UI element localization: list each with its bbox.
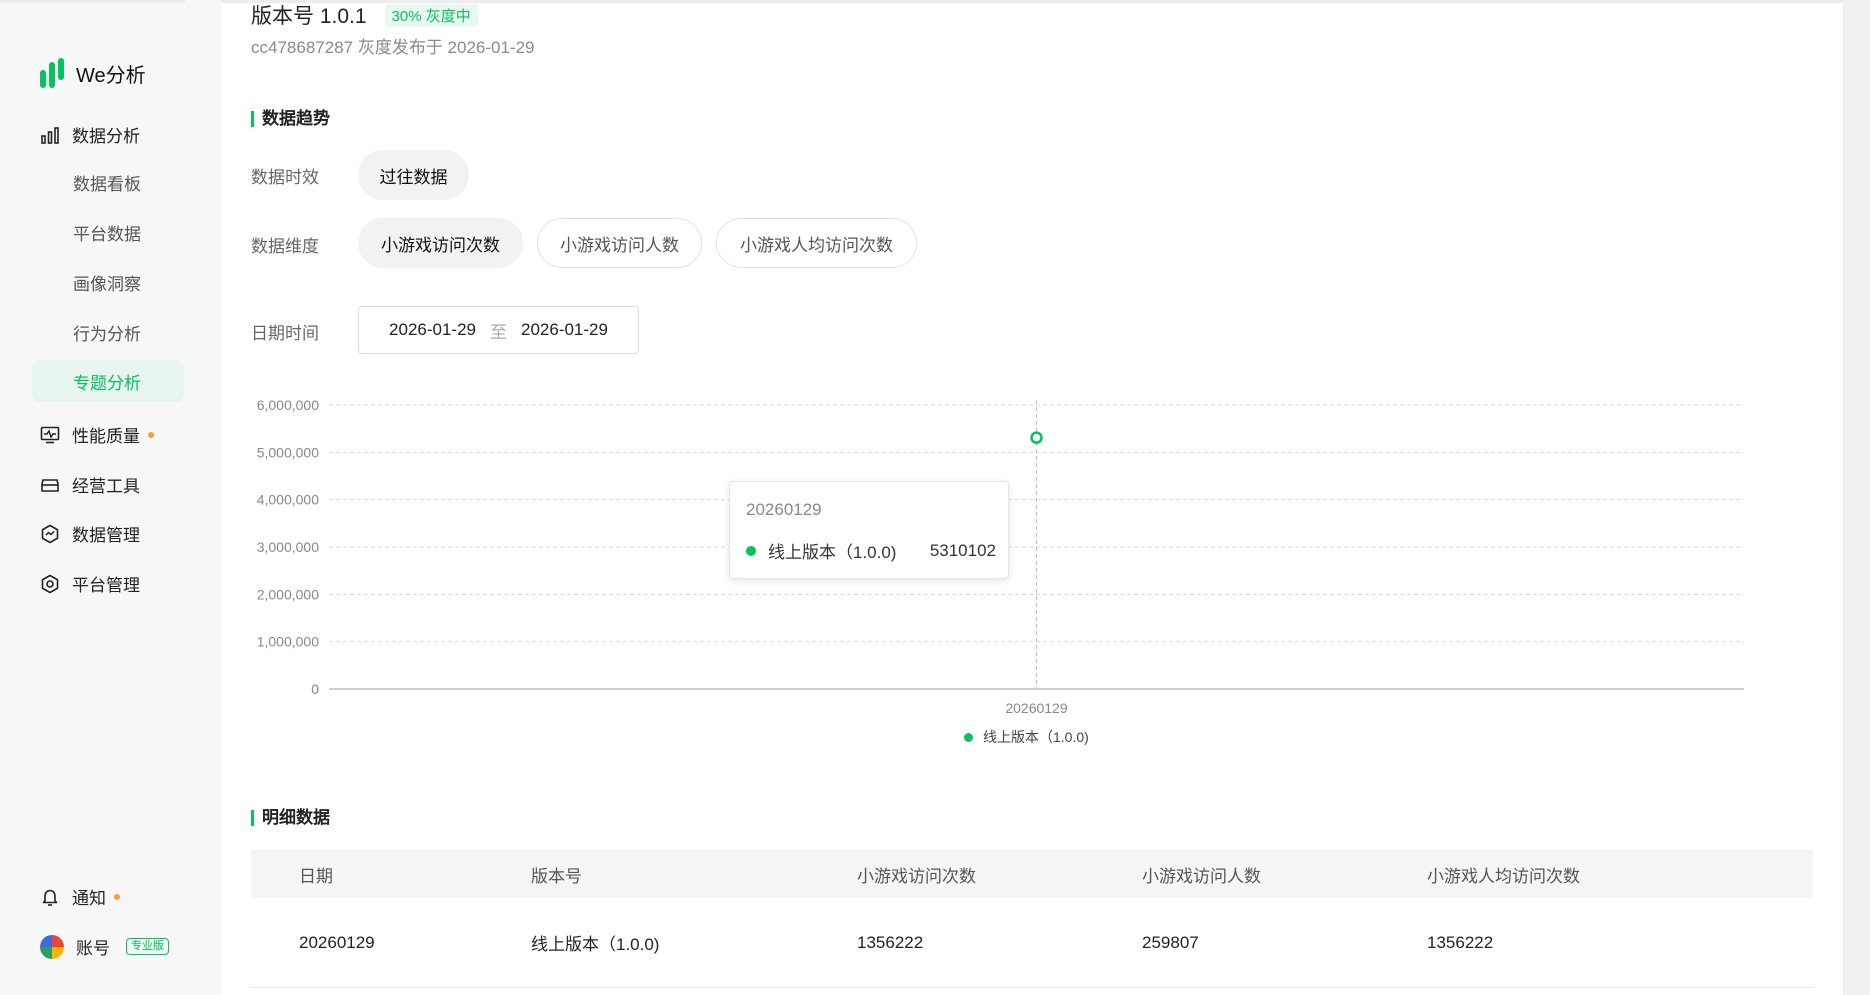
chip-visit-count[interactable]: 小游戏访问次数 [358,218,523,268]
y-tick-label: 4,000,000 [257,492,319,508]
brand[interactable]: We分析 [40,58,146,88]
settings-hexagon-icon [41,574,59,593]
nav-account-label: 账号 [76,939,110,958]
release-info: cc478687287 灰度发布于 2026-01-29 [251,38,535,57]
bar-chart-icon [41,126,59,144]
nav-business-tools[interactable]: 经营工具 [40,472,140,497]
date-separator: 至 [490,322,507,342]
column-header-version[interactable]: 版本号 [531,862,857,887]
section-title-detail: 明细数据 [251,809,330,826]
sidebar-item-behavior-analysis[interactable]: 行为分析 [32,311,184,353]
nav-platform-management-label: 平台管理 [72,576,140,595]
date-start: 2026-01-29 [389,320,476,339]
tooltip-series-name: 线上版本（1.0.0) [768,543,897,562]
date-range-picker[interactable]: 2026-01-29 至 2026-01-29 [358,306,639,354]
legend-series-dot [964,732,973,742]
table-cell: 259807 [1142,932,1199,952]
column-header-avg-visits[interactable]: 小游戏人均访问次数 [1427,862,1807,887]
sidebar-item-dashboard[interactable]: 数据看板 [32,161,184,203]
nav-notice-label: 通知 [72,889,106,908]
column-header-visit-count[interactable]: 小游戏访问次数 [857,862,1142,887]
brand-name: We分析 [76,64,146,87]
sidebar: We分析 数据分析 数据看板 平台数据 画像洞察 行为分析 专题分析 性能质量 … [0,0,221,995]
table-row: 20260129 线上版本（1.0.0) 1356222 259807 1356… [251,898,1813,988]
toolbox-icon [41,478,59,492]
sidebar-item-platform-data[interactable]: 平台数据 [32,211,184,253]
y-tick-label: 5,000,000 [257,444,319,460]
y-tick-label: 1,000,000 [257,634,319,650]
sidebar-item-portrait-insight[interactable]: 画像洞察 [32,261,184,303]
nav-performance-quality-label: 性能质量 [72,427,140,446]
trend-chart: 0 1,000,000 2,000,000 3,000,000 4,000,000 5,0… [221,385,1843,755]
tooltip-row: 线上版本（1.0.0) 5310102 [746,538,996,563]
detail-table: 日期 版本号 小游戏访问次数 小游戏访问人数 小游戏人均访问次数 2026012… [251,850,1813,988]
nav-data-management[interactable]: 数据管理 [40,521,140,546]
nav-data-analysis-label: 数据分析 [72,127,140,146]
nav-notice[interactable]: 通知 [40,884,120,909]
tooltip-date: 20260129 [746,500,822,519]
nav-platform-management[interactable]: 平台管理 [40,571,140,596]
avatar [40,934,64,959]
data-manage-icon [41,524,59,543]
sidebar-item-topic-analysis[interactable]: 专题分析 [32,360,184,402]
monitor-icon [40,426,60,443]
column-header-visitor-count[interactable]: 小游戏访问人数 [1142,862,1427,887]
chart-legend[interactable]: 线上版本（1.0.0) [964,727,1089,747]
y-tick-label: 3,000,000 [257,539,319,555]
table-cell: 线上版本（1.0.0) [531,935,660,954]
table-cell: 1356222 [857,932,924,952]
legend-series-label: 线上版本（1.0.0) [983,729,1089,745]
date-end: 2026-01-29 [521,320,608,339]
nav-data-analysis[interactable]: 数据分析 [40,122,140,147]
gray-release-tag: 30% 灰度中 [384,3,478,27]
chip-avg-visits[interactable]: 小游戏人均访问次数 [716,218,917,268]
x-tick-label: 20260129 [1005,700,1068,716]
table-cell: 20260129 [299,932,375,952]
data-point [1030,431,1043,444]
y-tick-label: 0 [311,681,319,697]
version-header: 版本号 1.0.1 30% 灰度中 [251,0,478,30]
nav-performance-quality[interactable]: 性能质量 [40,422,154,447]
new-indicator-dot [148,431,154,438]
section-title-trend: 数据趋势 [251,110,330,127]
date-filter-label: 日期时间 [251,324,319,343]
tooltip-value: 5310102 [929,540,996,560]
scrollbar-track[interactable] [1843,0,1870,995]
y-tick-label: 6,000,000 [257,397,319,413]
nav-business-tools-label: 经营工具 [72,477,140,496]
nav-account[interactable]: 账号 专业版 [40,934,169,959]
version-title: 版本号 1.0.1 [251,5,367,28]
table-header: 日期 版本号 小游戏访问次数 小游戏访问人数 小游戏人均访问次数 [251,850,1813,898]
y-tick-label: 2,000,000 [257,586,319,602]
main-panel: 版本号 1.0.1 30% 灰度中 cc478687287 灰度发布于 2026… [221,0,1843,995]
time-filter-label: 数据时效 [251,168,319,187]
bell-icon [42,889,58,906]
chart-tooltip: 20260129 线上版本（1.0.0) 5310102 [729,481,1009,579]
nav-data-management-label: 数据管理 [72,526,140,545]
column-header-date[interactable]: 日期 [251,862,531,887]
pro-badge: 专业版 [126,938,169,955]
trend-chart-svg: 0 1,000,000 2,000,000 3,000,000 4,000,000 5,0… [257,397,1744,716]
tooltip-series-dot [746,545,756,556]
we-analysis-logo-icon [40,58,64,88]
dimension-filter-label: 数据维度 [251,237,319,256]
table-cell: 1356222 [1427,932,1494,952]
chip-visitor-count[interactable]: 小游戏访问人数 [537,218,702,268]
notice-dot [114,893,120,900]
chip-historical-data[interactable]: 过往数据 [358,150,469,200]
